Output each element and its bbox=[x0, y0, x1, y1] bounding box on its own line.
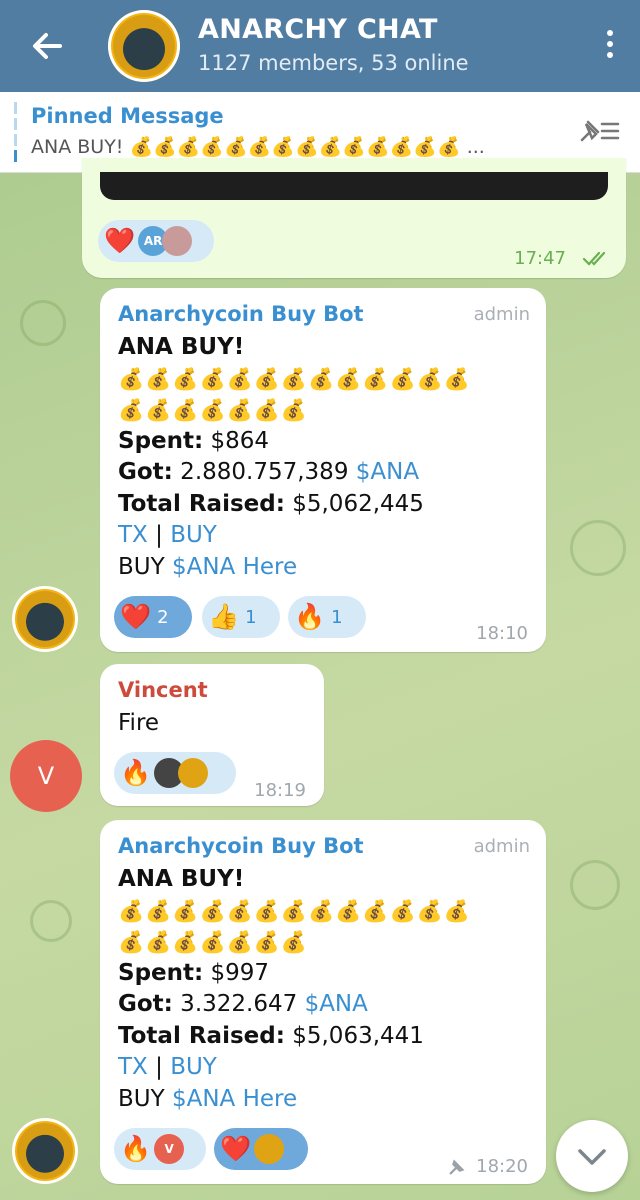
reaction-count: 2 bbox=[157, 606, 169, 628]
wallpaper-doodle bbox=[570, 860, 620, 910]
message-time: 18:19 bbox=[254, 780, 306, 801]
message-bubble-buybot[interactable]: Anarchycoin Buy Bot admin ANA BUY! 💰💰💰💰💰… bbox=[100, 288, 546, 652]
message-text: Fire bbox=[118, 710, 160, 736]
wallpaper-doodle bbox=[20, 300, 66, 346]
heart-emoji: ❤️ bbox=[220, 1134, 252, 1163]
money-bag-row: 💰💰💰💰💰💰💰 bbox=[118, 929, 309, 954]
money-bag-row: 💰💰💰💰💰💰💰💰💰💰💰💰💰 bbox=[118, 898, 471, 923]
pinned-indicator bbox=[14, 102, 17, 162]
message-body: ANA BUY! 💰💰💰💰💰💰💰💰💰💰💰💰💰 💰💰💰💰💰💰💰 Spent: $8… bbox=[118, 332, 471, 583]
pinned-pin-icon bbox=[449, 1159, 465, 1175]
sender-name[interactable]: Anarchycoin Buy Bot bbox=[118, 834, 364, 858]
money-bag-row: 💰💰💰💰💰💰💰 bbox=[118, 397, 309, 422]
buy-link[interactable]: BUY bbox=[170, 522, 217, 548]
fire-emoji: 🔥 bbox=[294, 602, 326, 631]
heart-emoji: ❤️ bbox=[120, 602, 152, 631]
buy-here-link[interactable]: $ANA Here bbox=[172, 1086, 297, 1112]
token-cashtag[interactable]: $ANA bbox=[305, 991, 368, 1017]
chat-title[interactable]: ANARCHY CHAT bbox=[198, 14, 438, 45]
reaction-count: 1 bbox=[331, 606, 343, 628]
fire-emoji: 🔥 bbox=[120, 758, 152, 787]
raised-line: Total Raised: $5,062,445 bbox=[118, 490, 424, 517]
wallpaper-doodle bbox=[570, 520, 626, 576]
raised-line: Total Raised: $5,063,441 bbox=[118, 1022, 424, 1049]
wallpaper-doodle bbox=[30, 900, 72, 942]
reaction-fire[interactable]: 🔥 V bbox=[114, 1128, 206, 1170]
reactor-avatar: V bbox=[154, 1134, 185, 1164]
chevron-down-icon bbox=[578, 1149, 606, 1165]
sender-name[interactable]: Vincent bbox=[118, 678, 208, 702]
pinned-title: Pinned Message bbox=[31, 104, 224, 128]
pin-list-icon[interactable] bbox=[578, 116, 622, 144]
message-bubble-buybot[interactable]: Anarchycoin Buy Bot admin ANA BUY! 💰💰💰💰💰… bbox=[100, 820, 546, 1184]
reaction-thumbs-up[interactable]: 👍 1 bbox=[202, 596, 280, 638]
buy-here-line: BUY $ANA Here bbox=[118, 1085, 298, 1112]
spent-line: Spent: $864 bbox=[118, 427, 270, 454]
tx-link[interactable]: TX bbox=[118, 1054, 148, 1080]
buy-heading: ANA BUY! bbox=[118, 334, 245, 360]
reaction-heart[interactable]: ❤️ bbox=[214, 1128, 308, 1170]
buy-link[interactable]: BUY bbox=[170, 1054, 217, 1080]
admin-badge: admin bbox=[473, 304, 530, 325]
heart-emoji: ❤️ bbox=[104, 226, 136, 255]
message-time: 18:10 bbox=[476, 623, 528, 644]
chat-subtitle: 1127 members, 53 online bbox=[198, 51, 469, 75]
reactor-avatar-wolf bbox=[254, 1134, 285, 1164]
message-time: 18:20 bbox=[476, 1156, 528, 1177]
sender-name[interactable]: Anarchycoin Buy Bot bbox=[118, 302, 364, 326]
buybot-avatar[interactable] bbox=[12, 1118, 78, 1184]
reaction-count: 1 bbox=[245, 606, 257, 628]
got-line: Got: 3.322.647 $ANA bbox=[118, 991, 368, 1017]
message-bubble-outgoing[interactable]: ❤️ AR 17:47 bbox=[82, 158, 626, 278]
fire-emoji: 🔥 bbox=[120, 1134, 152, 1163]
buy-here-link[interactable]: $ANA Here bbox=[172, 554, 297, 580]
reaction-heart[interactable]: ❤️ 2 bbox=[114, 596, 192, 638]
reaction-heart[interactable]: ❤️ AR bbox=[98, 220, 214, 262]
back-arrow-icon[interactable] bbox=[26, 26, 70, 66]
more-menu-icon[interactable] bbox=[606, 30, 614, 64]
links-line: TX | BUY bbox=[118, 522, 217, 548]
tx-link[interactable]: TX bbox=[118, 522, 148, 548]
group-avatar[interactable] bbox=[108, 10, 180, 82]
chat-header: ANARCHY CHAT 1127 members, 53 online bbox=[0, 0, 640, 92]
message-body: ANA BUY! 💰💰💰💰💰💰💰💰💰💰💰💰💰 💰💰💰💰💰💰💰 Spent: $9… bbox=[118, 864, 471, 1115]
token-cashtag[interactable]: $ANA bbox=[356, 459, 419, 485]
buybot-avatar[interactable] bbox=[12, 586, 78, 652]
pinned-text: ANA BUY! 💰💰💰💰💰💰💰💰💰💰💰💰💰💰 ... bbox=[31, 136, 485, 158]
thumbs-up-emoji: 👍 bbox=[208, 602, 240, 631]
reaction-fire[interactable]: 🔥 bbox=[114, 752, 236, 794]
reactor-avatar-wolf bbox=[178, 758, 209, 788]
links-line: TX | BUY bbox=[118, 1054, 217, 1080]
vincent-avatar[interactable]: V bbox=[10, 740, 82, 812]
message-time: 17:47 bbox=[514, 248, 566, 269]
got-line: Got: 2.880.757,389 $ANA bbox=[118, 459, 420, 485]
reactor-avatar-photo bbox=[162, 226, 193, 256]
media-preview[interactable] bbox=[100, 172, 608, 200]
reaction-fire[interactable]: 🔥 1 bbox=[288, 596, 366, 638]
buy-heading: ANA BUY! bbox=[118, 866, 245, 892]
read-checkmarks-icon bbox=[582, 251, 606, 266]
message-bubble-vincent[interactable]: Vincent Fire 🔥 18:19 bbox=[100, 664, 324, 806]
buy-here-line: BUY $ANA Here bbox=[118, 553, 298, 580]
admin-badge: admin bbox=[473, 836, 530, 857]
money-bag-row: 💰💰💰💰💰💰💰💰💰💰💰💰💰 bbox=[118, 366, 471, 391]
scroll-down-button[interactable] bbox=[556, 1120, 628, 1192]
spent-line: Spent: $997 bbox=[118, 959, 270, 986]
